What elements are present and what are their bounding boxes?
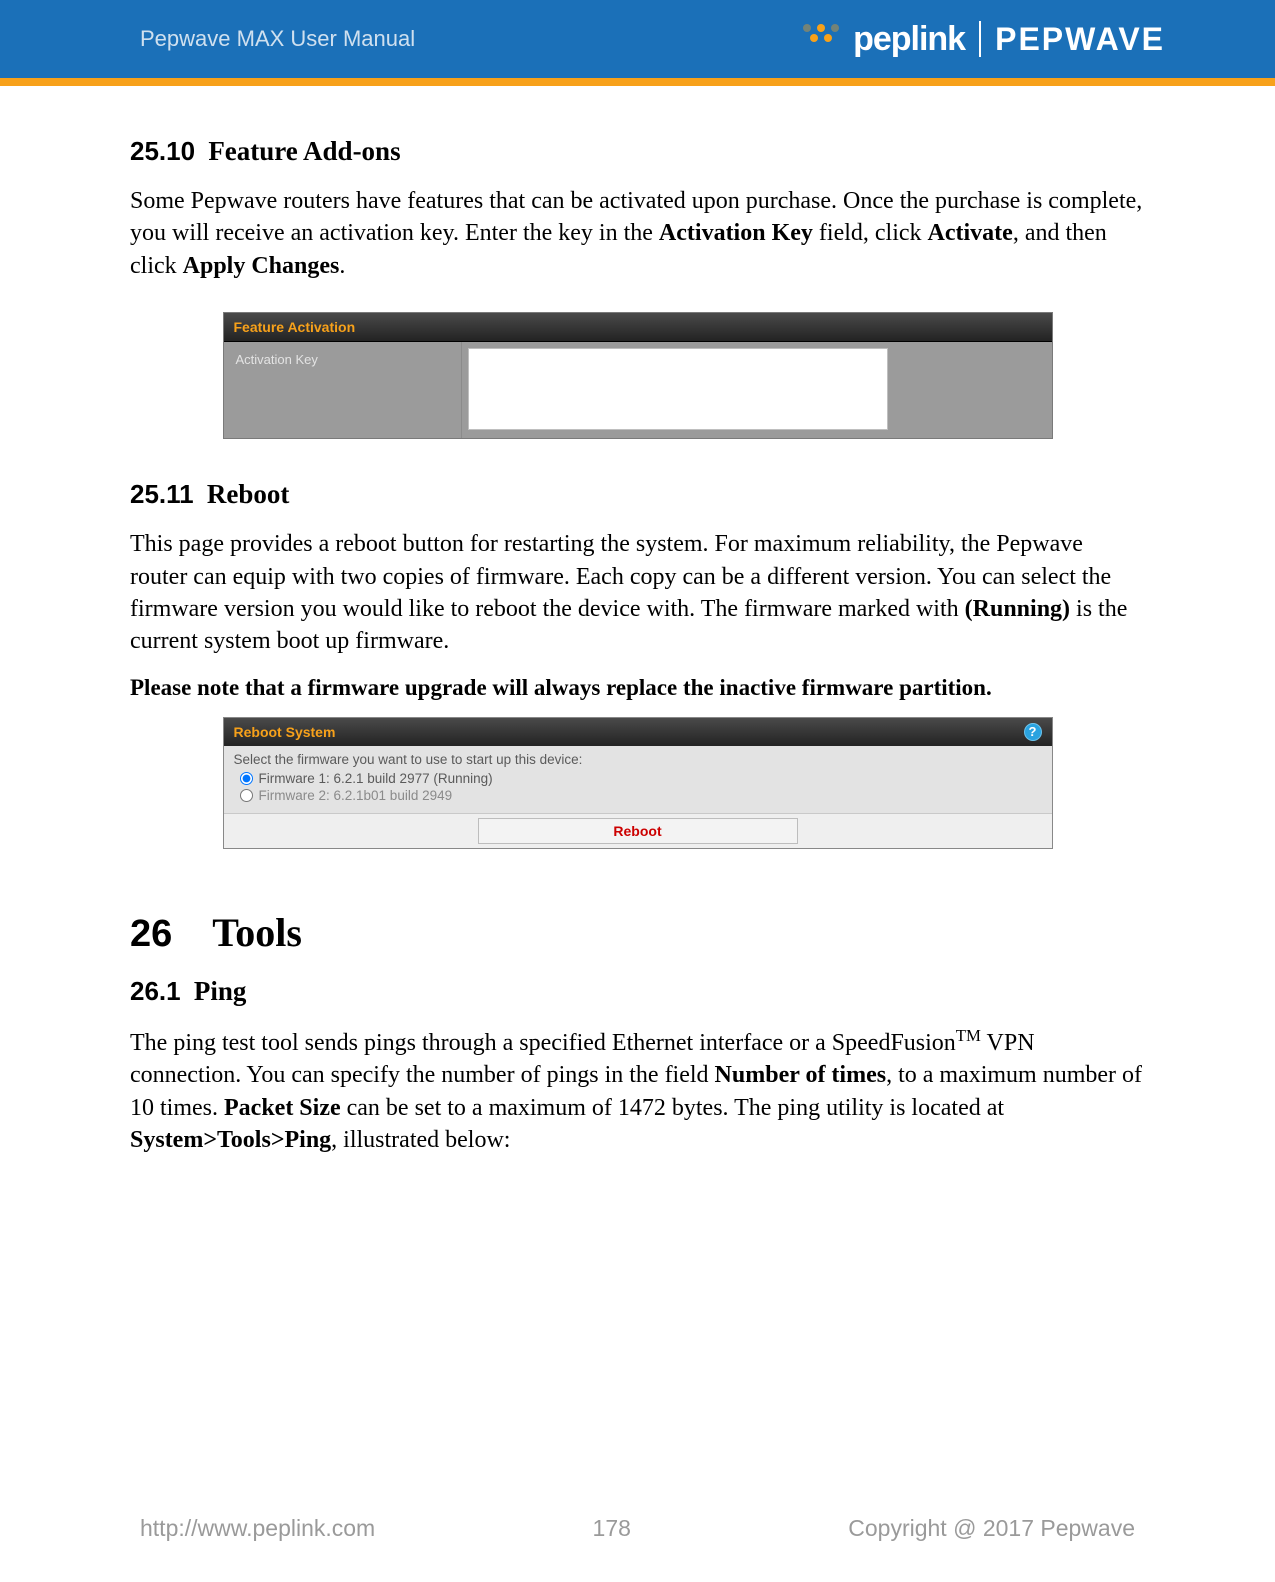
document-header: Pepwave MAX User Manual peplink PEPWAVE [0, 0, 1275, 78]
brand-logo: peplink PEPWAVE [803, 20, 1165, 59]
panel-header-feature-activation: Feature Activation [224, 313, 1052, 342]
heading-title: Tools [212, 910, 302, 955]
heading-title: Ping [194, 976, 247, 1006]
firmware-option-2-label: Firmware 2: 6.2.1b01 build 2949 [259, 788, 453, 803]
footer-page-number: 178 [593, 1515, 631, 1542]
brand-divider [979, 21, 981, 57]
heading-title: Feature Add-ons [208, 136, 400, 166]
activation-key-input[interactable] [468, 348, 888, 430]
brand-text-peplink: peplink [853, 20, 965, 59]
heading-number: 26 [130, 913, 172, 955]
header-accent-bar [0, 78, 1275, 86]
heading-number: 25.10 [130, 136, 195, 166]
panel-title: Reboot System [234, 724, 336, 740]
firmware-option-1-label: Firmware 1: 6.2.1 build 2977 (Running) [259, 771, 493, 786]
reboot-button[interactable]: Reboot [478, 818, 798, 844]
activation-key-label: Activation Key [224, 342, 462, 438]
heading-25-11: 25.11 Reboot [130, 479, 1145, 510]
firmware-option-1[interactable]: Firmware 1: 6.2.1 build 2977 (Running) [240, 771, 1042, 786]
manual-title: Pepwave MAX User Manual [140, 26, 415, 52]
paragraph-reboot: This page provides a reboot button for r… [130, 528, 1145, 658]
footer-url: http://www.peplink.com [140, 1515, 375, 1542]
paragraph-ping: The ping test tool sends pings through a… [130, 1025, 1145, 1157]
logo-dots-icon [803, 24, 839, 42]
heading-26-1: 26.1 Ping [130, 976, 1145, 1007]
feature-activation-panel: Feature Activation Activation Key [223, 312, 1053, 439]
panel-header-reboot-system: Reboot System ? [224, 718, 1052, 746]
footer-copyright: Copyright @ 2017 Pepwave [848, 1515, 1135, 1542]
reboot-system-panel: Reboot System ? Select the firmware you … [223, 717, 1053, 849]
heading-25-10: 25.10 Feature Add-ons [130, 136, 1145, 167]
firmware-radio-1[interactable] [240, 772, 253, 785]
heading-number: 25.11 [130, 479, 194, 509]
firmware-option-2[interactable]: Firmware 2: 6.2.1b01 build 2949 [240, 788, 1042, 803]
help-icon[interactable]: ? [1024, 723, 1042, 741]
firmware-radio-2[interactable] [240, 789, 253, 802]
page-footer: http://www.peplink.com 178 Copyright @ 2… [0, 1515, 1275, 1542]
brand-text-pepwave: PEPWAVE [995, 21, 1165, 58]
note-firmware-upgrade: Please note that a firmware upgrade will… [130, 672, 1145, 703]
page-content: 25.10 Feature Add-ons Some Pepwave route… [0, 86, 1275, 1156]
heading-26: 26 Tools [130, 909, 1145, 956]
reboot-instruction: Select the firmware you want to use to s… [234, 752, 1042, 767]
heading-title: Reboot [207, 479, 290, 509]
paragraph-feature-addons: Some Pepwave routers have features that … [130, 185, 1145, 282]
heading-number: 26.1 [130, 976, 181, 1006]
